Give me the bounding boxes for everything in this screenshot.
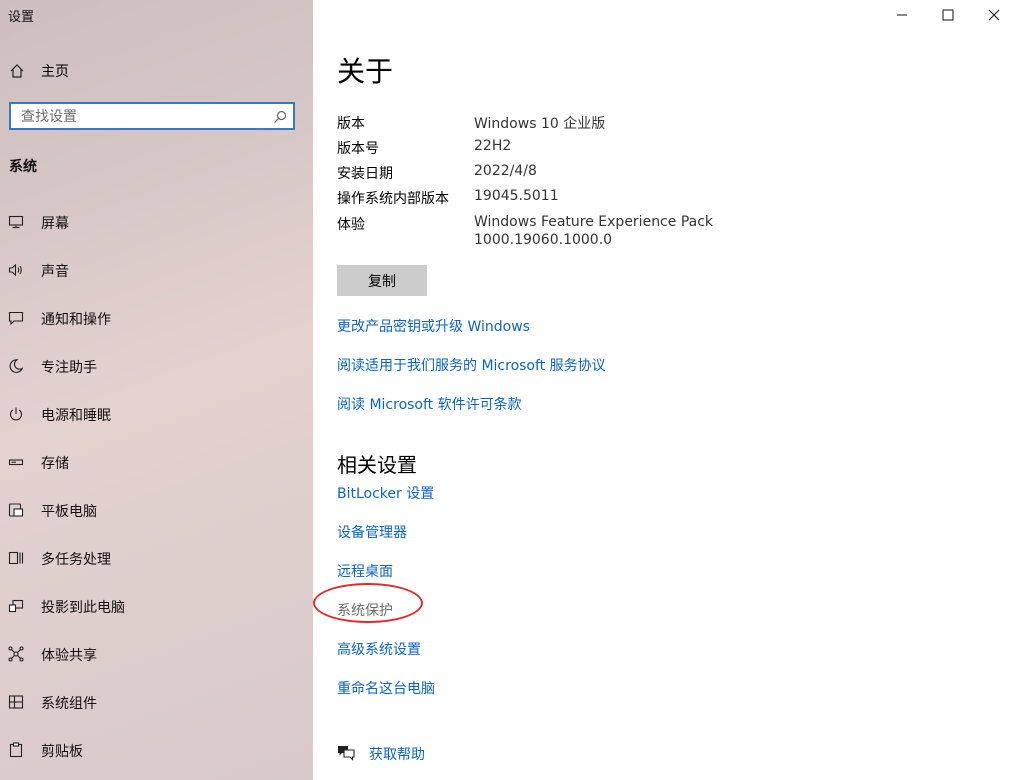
app-title: 设置 (8, 10, 35, 25)
home-icon (10, 64, 24, 78)
rename-pc-link[interactable]: 重命名这台电脑 (337, 678, 435, 698)
sidebar-item-components[interactable]: 系统组件 (0, 682, 313, 722)
sidebar-item-label: 投影到此电脑 (41, 600, 125, 616)
spec-value-line2: 1000.19060.1000.0 (474, 232, 613, 248)
remote-desktop-link[interactable]: 远程桌面 (337, 561, 393, 581)
sidebar-item-label: 声音 (41, 264, 69, 280)
main-content: 关于 版本 Windows 10 企业版 版本号 22H2 安装日期 2022/… (313, 0, 1009, 780)
spec-key: 操作系统内部版本 (337, 191, 449, 207)
spec-value: Windows 10 企业版 (474, 116, 606, 132)
sidebar-item-focus-assist[interactable]: 专注助手 (0, 346, 313, 386)
multitask-icon (8, 551, 24, 565)
power-icon (9, 407, 23, 421)
help-chat-icon (338, 746, 355, 761)
license-terms-link[interactable]: 阅读 Microsoft 软件许可条款 (337, 394, 522, 414)
sidebar-item-shared-experiences[interactable]: 体验共享 (0, 634, 313, 674)
sidebar-item-label: 体验共享 (41, 648, 97, 664)
sidebar-item-display[interactable]: 屏幕 (0, 202, 313, 242)
spec-key: 版本号 (337, 141, 379, 157)
sidebar-item-label: 屏幕 (41, 216, 69, 232)
project-icon (8, 599, 24, 613)
related-settings-title: 相关设置 (337, 453, 417, 477)
sidebar-item-label: 剪贴板 (41, 744, 83, 760)
speaker-icon (8, 263, 22, 277)
spec-value: Windows Feature Experience Pack (474, 214, 714, 230)
sidebar-item-label: 存储 (41, 456, 69, 472)
sidebar-item-label: 系统组件 (41, 696, 97, 712)
sidebar-item-project[interactable]: 投影到此电脑 (0, 586, 313, 626)
spec-key: 安装日期 (337, 166, 393, 182)
sidebar: 设置 主页 系统 屏幕 声音 通知和操作 (0, 0, 313, 780)
annotation-circle (313, 583, 423, 623)
service-agreement-link[interactable]: 阅读适用于我们服务的 Microsoft 服务协议 (337, 355, 606, 375)
notification-icon (8, 311, 24, 326)
sidebar-item-power-sleep[interactable]: 电源和睡眠 (0, 394, 313, 434)
copy-button[interactable]: 复制 (337, 265, 427, 296)
sidebar-item-storage[interactable]: 存储 (0, 442, 313, 482)
bitlocker-settings-link[interactable]: BitLocker 设置 (337, 483, 434, 503)
sidebar-item-tablet[interactable]: 平板电脑 (0, 490, 313, 530)
share-icon (8, 646, 24, 662)
sidebar-item-label: 专注助手 (41, 360, 97, 376)
search-icon[interactable] (273, 110, 287, 124)
search-box[interactable] (9, 102, 295, 130)
maximize-button[interactable] (925, 0, 971, 30)
device-manager-link[interactable]: 设备管理器 (337, 522, 407, 542)
change-product-key-link[interactable]: 更改产品密钥或升级 Windows (337, 316, 530, 336)
sidebar-item-label: 通知和操作 (41, 312, 111, 328)
tablet-icon (8, 503, 24, 517)
spec-value: 22H2 (474, 138, 512, 154)
maximize-icon (942, 9, 954, 21)
sidebar-item-label: 多任务处理 (41, 552, 111, 568)
monitor-icon (8, 215, 24, 229)
spec-value: 19045.5011 (474, 188, 559, 204)
sidebar-section-title: 系统 (9, 159, 37, 175)
close-button[interactable] (971, 0, 1009, 30)
minimize-icon (897, 14, 907, 16)
components-icon (8, 695, 24, 709)
search-input[interactable] (19, 107, 273, 127)
moon-icon (9, 359, 24, 373)
advanced-system-settings-link[interactable]: 高级系统设置 (337, 639, 421, 659)
clipboard-icon (9, 742, 23, 758)
minimize-button[interactable] (879, 0, 925, 30)
sidebar-home[interactable]: 主页 (0, 56, 313, 86)
spec-key: 体验 (337, 217, 365, 233)
sidebar-home-label: 主页 (41, 64, 69, 80)
spec-value: 2022/4/8 (474, 163, 537, 179)
get-help-label: 获取帮助 (369, 747, 425, 763)
storage-icon (8, 459, 24, 466)
spec-key: 版本 (337, 116, 365, 132)
sidebar-item-notifications[interactable]: 通知和操作 (0, 298, 313, 338)
sidebar-item-label: 平板电脑 (41, 504, 97, 520)
sidebar-item-label: 电源和睡眠 (41, 408, 111, 424)
close-icon (988, 9, 1000, 21)
sidebar-item-sound[interactable]: 声音 (0, 250, 313, 290)
sidebar-item-clipboard[interactable]: 剪贴板 (0, 730, 313, 770)
sidebar-item-multitasking[interactable]: 多任务处理 (0, 538, 313, 578)
page-title: 关于 (337, 55, 394, 88)
